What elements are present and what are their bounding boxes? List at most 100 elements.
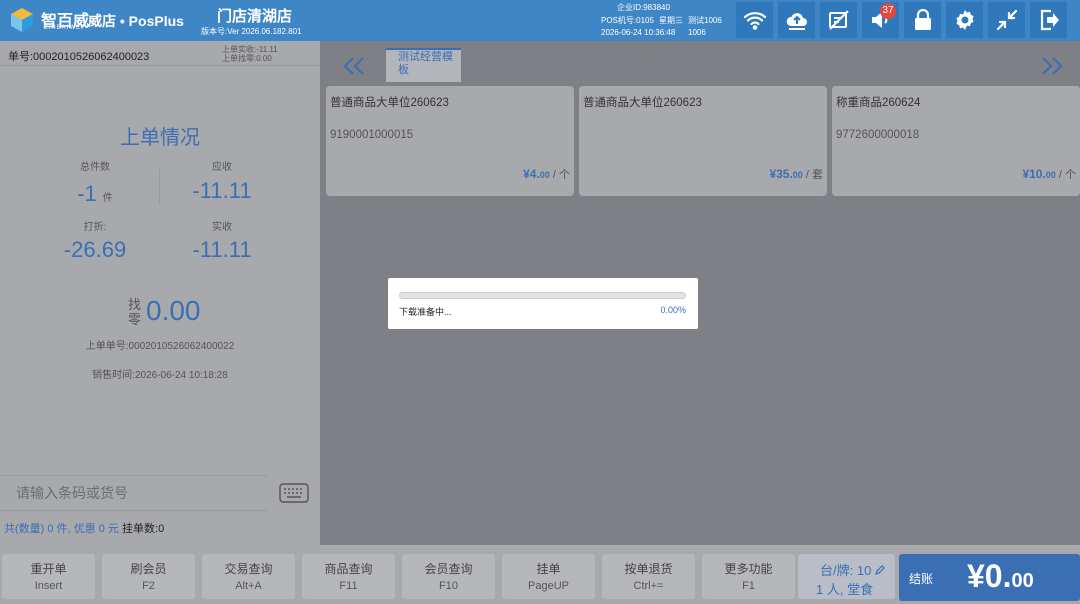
product-name: 普通商品大单位260623 — [583, 97, 702, 109]
summary-discount-label: 优惠 — [73, 523, 96, 535]
version-label: 版本号:Ver 2026.06.182.801 — [201, 27, 302, 36]
function-bar: 重开单 Insert 刷会员 F2 交易查询 Alt+A 商品查询 F11 会员… — [0, 545, 1080, 604]
minimize-icon — [996, 9, 1017, 31]
minimize-button[interactable] — [988, 2, 1025, 38]
lock-icon — [914, 8, 931, 30]
swipe-member-button[interactable]: 刷会员 F2 — [102, 554, 195, 599]
product-price: ¥35.00 / 套 — [769, 166, 823, 182]
table-number-text: 台/牌: 10 — [820, 563, 872, 578]
button-shortcut: Ctrl+= — [633, 580, 664, 592]
double-chevron-left-icon — [343, 57, 364, 75]
discount-value: -26.69 — [63, 237, 127, 262]
checkout-amount-cents: 00 — [1011, 570, 1034, 592]
summary-qty: 0 — [47, 523, 54, 535]
product-code: 9772600000018 — [836, 129, 920, 141]
reopen-order-button[interactable]: 重开单 Insert — [2, 554, 95, 599]
table-info-button[interactable]: 台/牌: 10 1 人, 堂食 — [798, 554, 895, 599]
price-integer: ¥4. — [523, 167, 540, 181]
button-shortcut: F1 — [742, 580, 755, 592]
button-shortcut: F10 — [439, 580, 458, 592]
last-order-number: 上单单号:0002010526062400022 — [85, 341, 235, 352]
button-label: 商品查询 — [324, 562, 373, 576]
enterprise-id: 企业ID:983840 — [617, 3, 670, 12]
product-card[interactable]: 普通商品大单位260623 9190001000015 ¥4.00 / 个 — [326, 86, 574, 196]
no-offline-icon — [828, 10, 849, 30]
sale-time: 销售时间:2026-06-24 10:18:28 — [92, 370, 228, 381]
progress-bar — [399, 292, 686, 299]
settings-button[interactable] — [946, 2, 983, 38]
order-number: 单号:0002010526062400023 — [8, 51, 150, 63]
product-card[interactable]: 普通商品大单位260623 ¥35.00 / 套 — [579, 86, 827, 196]
next-page-button[interactable] — [1039, 55, 1069, 79]
exit-button[interactable] — [1030, 2, 1067, 38]
summary-prefix: 共(数量) — [4, 523, 45, 535]
prev-page-button[interactable] — [341, 55, 371, 79]
button-label: 挂单 — [536, 562, 561, 576]
product-code: 9190001000015 — [330, 129, 414, 141]
product-query-button[interactable]: 商品查询 F11 — [302, 554, 395, 599]
button-label: 更多功能 — [724, 562, 773, 576]
more-functions-button[interactable]: 更多功能 F1 — [702, 554, 795, 599]
member-query-button[interactable]: 会员查询 F10 — [402, 554, 495, 599]
button-shortcut: PageUP — [528, 580, 569, 592]
divider — [0, 65, 320, 66]
button-label: 按单退货 — [624, 562, 673, 576]
checkout-label: 结账 — [909, 572, 934, 586]
button-label: 重开单 — [30, 562, 67, 576]
total-qty-unit: 件 — [102, 193, 113, 204]
receivable-value: -11.11 — [192, 178, 252, 203]
tab-category[interactable]: 测试经营模板 — [386, 48, 461, 82]
button-shortcut: Alt+A — [235, 580, 262, 592]
product-price: ¥4.00 / 个 — [523, 166, 570, 182]
barcode-input-container — [0, 475, 267, 511]
product-name: 称重商品260624 — [836, 97, 921, 109]
offline-mode-button[interactable] — [820, 2, 857, 38]
download-progress-dialog: 下载准备中... 0.00% — [388, 278, 698, 329]
hold-order-button[interactable]: 挂单 PageUP — [502, 554, 595, 599]
price-cents: 00 — [1045, 170, 1056, 180]
transaction-query-button[interactable]: 交易查询 Alt+A — [202, 554, 295, 599]
section-title: 上单情况 — [120, 127, 200, 149]
checkout-amount: ¥0.00 — [967, 558, 1034, 595]
guest-count: 1 人, 堂食 — [816, 582, 874, 597]
weekday: 星期三 — [659, 16, 683, 25]
previous-change: 上单找零:0.00 — [222, 54, 272, 63]
notification-badge: 37 — [880, 3, 896, 19]
price-integer: ¥35. — [769, 167, 793, 181]
total-qty-label: 总件数 — [80, 162, 110, 173]
discount-label: 打折: — [83, 222, 107, 233]
notification-button[interactable]: 37 — [862, 2, 899, 38]
brand-logo-icon — [11, 8, 33, 32]
pending-orders: 挂单数:0 — [122, 523, 165, 535]
button-label: 会员查询 — [424, 562, 473, 576]
summary-currency: 元 — [107, 523, 119, 535]
double-chevron-right-icon — [1042, 57, 1063, 75]
price-cents: 00 — [792, 170, 803, 180]
price-unit: / 个 — [1058, 169, 1076, 181]
barcode-input[interactable] — [0, 476, 267, 510]
wifi-button[interactable] — [736, 2, 773, 38]
button-label: 交易查询 — [224, 562, 273, 576]
pos-number: POS机号:0105 — [601, 16, 654, 25]
cloud-sync-button[interactable] — [778, 2, 815, 38]
price-unit: / 套 — [805, 169, 823, 181]
product-card[interactable]: 称重商品260624 9772600000018 ¥10.00 / 个 — [832, 86, 1080, 196]
progress-percent: 0.00% — [660, 305, 686, 315]
order-return-button[interactable]: 按单退货 Ctrl+= — [602, 554, 695, 599]
keyboard-icon — [278, 483, 309, 503]
checkout-button[interactable]: 结账 ¥0.00 — [899, 554, 1080, 601]
product-price: ¥10.00 / 个 — [1022, 166, 1076, 182]
order-panel: 单号:0002010526062400023 上单实收:-11.11 上单找零:… — [0, 41, 320, 545]
total-qty: -1 件 — [35, 181, 155, 207]
button-label: 刷会员 — [130, 562, 167, 576]
keyboard-button[interactable] — [267, 475, 320, 511]
datetime: 2026-06-24 10:36:48 — [601, 28, 676, 37]
progress-message: 下载准备中... — [399, 307, 452, 317]
price-integer: ¥10. — [1022, 167, 1046, 181]
total-qty-value: -1 — [77, 181, 97, 206]
operator-label: 测试1006 — [688, 16, 722, 25]
wifi-icon — [743, 12, 766, 30]
lock-button[interactable] — [904, 2, 941, 38]
summary-discount: 0 — [98, 523, 105, 535]
settings-icon — [956, 10, 973, 30]
